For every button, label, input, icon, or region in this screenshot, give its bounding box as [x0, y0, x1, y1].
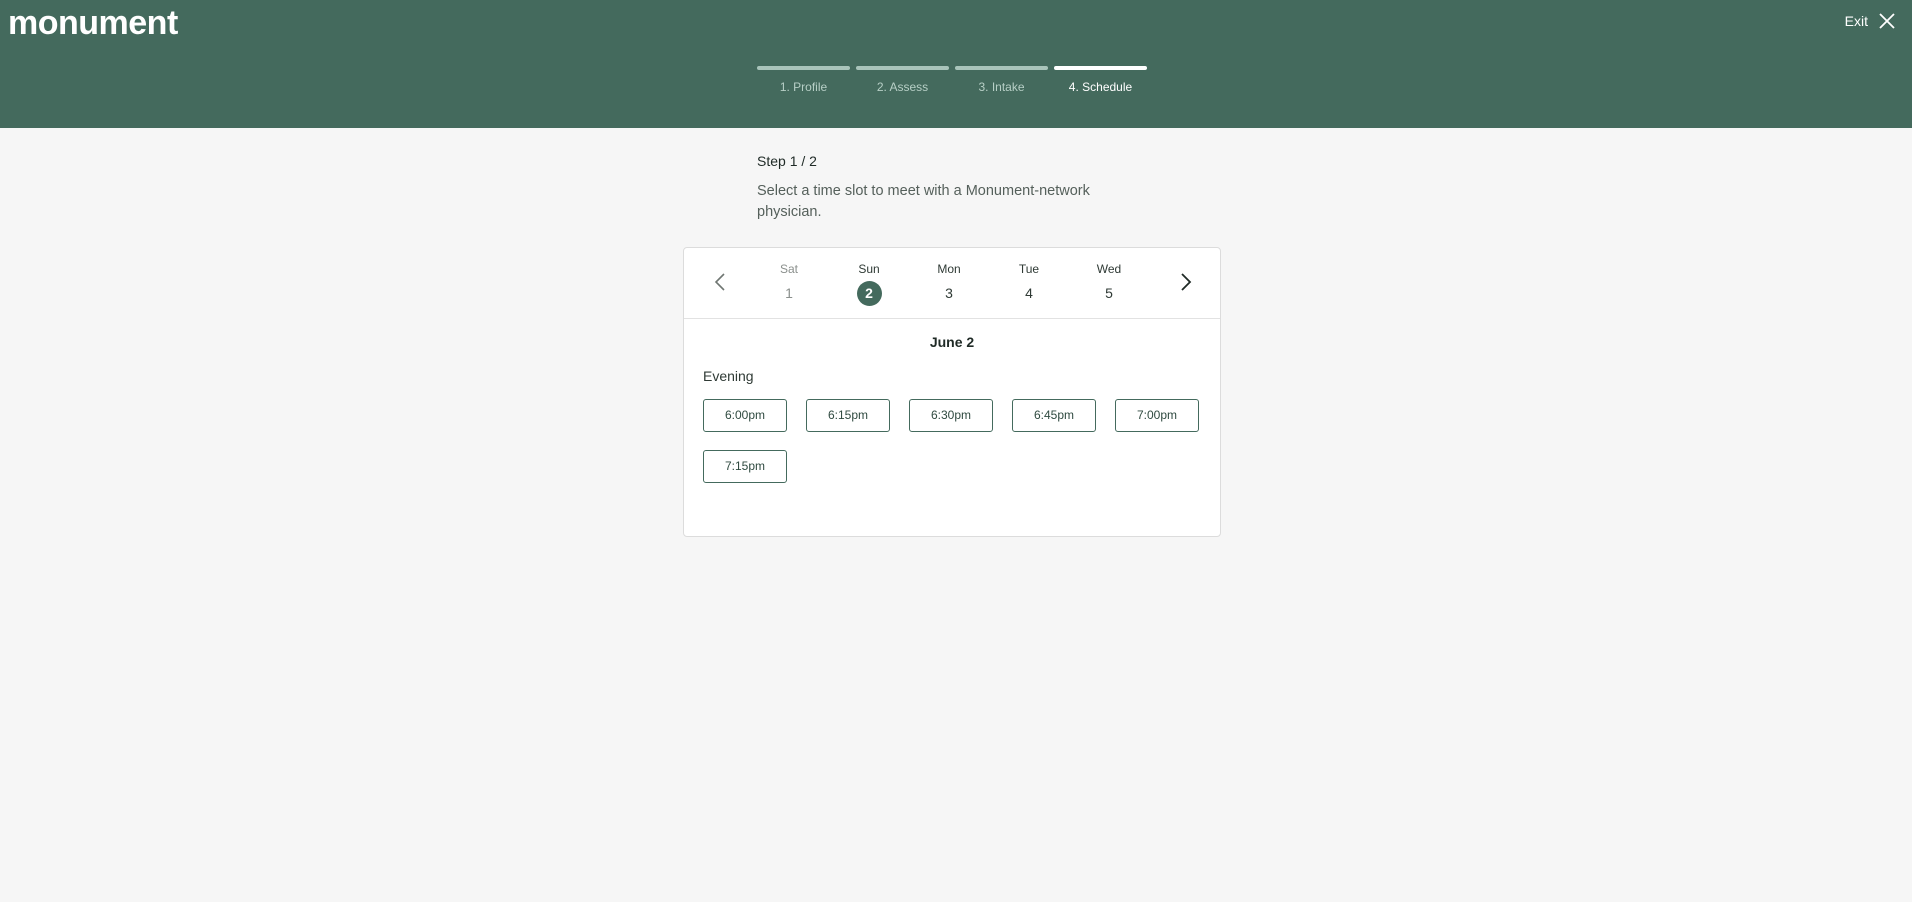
step-counter: Step 1 / 2	[757, 153, 817, 169]
step-label: 3. Intake	[978, 80, 1025, 94]
exit-button[interactable]: Exit	[1845, 12, 1896, 30]
time-slot-button[interactable]: 6:15pm	[806, 399, 890, 432]
step-label: 1. Profile	[779, 80, 828, 94]
day-number: 3	[945, 285, 953, 301]
previous-days-button[interactable]	[709, 270, 733, 294]
day-sun[interactable]: Sun 2	[844, 262, 894, 306]
exit-label: Exit	[1844, 13, 1868, 29]
step-label: 2. Assess	[876, 80, 929, 94]
step-bar	[757, 66, 850, 70]
time-slot-button[interactable]: 6:45pm	[1012, 399, 1096, 432]
chevron-left-icon	[714, 273, 725, 291]
day-number: 1	[785, 285, 793, 301]
step-intake: 3. Intake	[955, 66, 1048, 94]
time-slot-button[interactable]: 6:30pm	[909, 399, 993, 432]
day-of-week: Sat	[779, 262, 798, 276]
step-bar	[955, 66, 1048, 70]
top-header: monument Exit 1. Profile 2. Assess 3. In…	[0, 0, 1912, 128]
schedule-card: Sat 1 Sun 2 Mon 3 Tue 4 Wed 5 June 2 Eve…	[683, 247, 1221, 537]
day-of-week: Mon	[937, 262, 961, 276]
day-number: 4	[1025, 285, 1033, 301]
step-assess: 2. Assess	[856, 66, 949, 94]
intro-section: Step 1 / 2 Select a time slot to meet wi…	[757, 153, 1127, 223]
progress-steps: 1. Profile 2. Assess 3. Intake 4. Schedu…	[757, 66, 1147, 94]
step-bar	[856, 66, 949, 70]
step-profile: 1. Profile	[757, 66, 850, 94]
close-icon	[1878, 12, 1896, 30]
day-mon[interactable]: Mon 3	[924, 262, 974, 306]
day-tue[interactable]: Tue 4	[1004, 262, 1054, 306]
day-sat[interactable]: Sat 1	[764, 262, 814, 306]
time-slot-button[interactable]: 6:00pm	[703, 399, 787, 432]
time-slot-list: 6:00pm 6:15pm 6:30pm 6:45pm 7:00pm 7:15p…	[703, 399, 1220, 483]
time-slot-button[interactable]: 7:15pm	[703, 450, 787, 483]
instructions-text: Select a time slot to meet with a Monume…	[757, 183, 1090, 220]
selected-date-title: June 2	[929, 334, 975, 350]
next-days-button[interactable]	[1174, 270, 1198, 294]
time-slot-button[interactable]: 7:00pm	[1115, 399, 1199, 432]
chevron-right-icon	[1181, 273, 1192, 291]
time-period-label: Evening	[703, 368, 754, 384]
step-bar	[1054, 66, 1147, 70]
step-label: 4. Schedule	[1068, 80, 1133, 94]
brand-logo[interactable]: monument	[8, 4, 178, 43]
day-of-week: Sun	[858, 262, 880, 276]
step-schedule: 4. Schedule	[1054, 66, 1147, 94]
day-number: 5	[1105, 285, 1113, 301]
day-of-week: Wed	[1096, 262, 1122, 276]
day-picker: Sat 1 Sun 2 Mon 3 Tue 4 Wed 5	[684, 248, 1220, 319]
day-number: 2	[856, 281, 882, 306]
day-of-week: Tue	[1018, 262, 1040, 276]
day-wed[interactable]: Wed 5	[1084, 262, 1134, 306]
